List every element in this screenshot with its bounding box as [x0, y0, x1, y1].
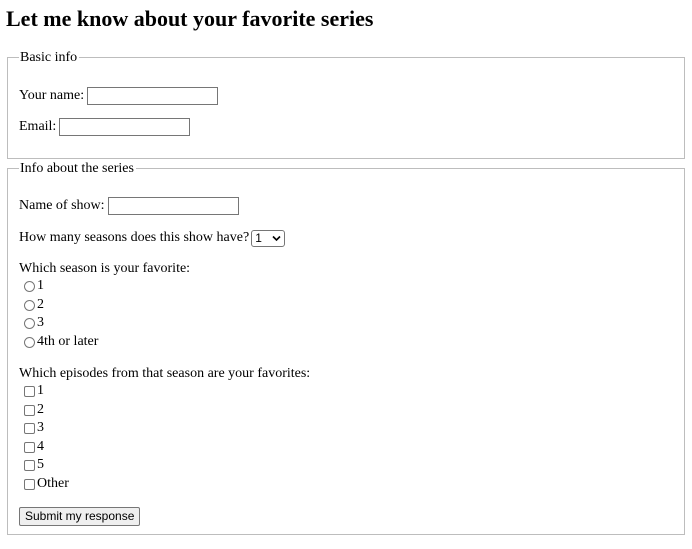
- episodes-label: Which episodes from that season are your…: [19, 366, 311, 381]
- season-option-4th-or-later[interactable]: 4th or later: [23, 333, 98, 351]
- checkbox[interactable]: [24, 459, 35, 471]
- checkbox[interactable]: [24, 422, 35, 434]
- episode-option-label: 5: [37, 457, 44, 472]
- email-label: Email:: [19, 119, 57, 134]
- season-option-label: 1: [37, 278, 44, 293]
- episode-option-label: 1: [37, 383, 44, 398]
- show-name-input[interactable]: [107, 197, 239, 215]
- episode-option-label: 3: [37, 420, 44, 435]
- name-input[interactable]: [87, 87, 219, 105]
- checkbox[interactable]: [24, 478, 35, 490]
- chevron-down-icon: [272, 235, 281, 241]
- email-row: Email:: [19, 117, 191, 137]
- episode-option-label: 2: [37, 402, 44, 417]
- episode-option-1[interactable]: 1: [23, 382, 44, 400]
- favorite-season-label: Which season is your favorite:: [19, 261, 191, 276]
- show-name-label: Name of show:: [19, 198, 105, 213]
- episode-option-3[interactable]: 3: [23, 419, 44, 437]
- episode-option-4[interactable]: 4: [23, 438, 44, 456]
- seasons-select[interactable]: 1: [251, 229, 286, 247]
- name-label: Your name:: [19, 88, 85, 103]
- season-option-3[interactable]: 3: [23, 314, 44, 332]
- basic-info-fieldset: Basic info Your name: Email:: [7, 49, 685, 159]
- series-info-fieldset: Info about the series Name of show: How …: [7, 160, 685, 535]
- episode-option-other[interactable]: Other: [23, 475, 69, 493]
- series-info-legend: Info about the series: [19, 160, 136, 178]
- email-input[interactable]: [59, 118, 191, 136]
- seasons-select-value: 1: [255, 230, 262, 245]
- season-option-label: 4th or later: [37, 334, 99, 349]
- page-title: Let me know about your favorite series: [6, 6, 374, 31]
- episode-option-label: 4: [37, 439, 44, 454]
- checkbox[interactable]: [24, 441, 35, 453]
- episode-option-2[interactable]: 2: [23, 401, 44, 419]
- season-option-label: 3: [37, 315, 44, 330]
- checkbox[interactable]: [24, 404, 35, 416]
- episode-option-label: Other: [37, 476, 69, 491]
- checkbox[interactable]: [24, 385, 35, 397]
- radio-button[interactable]: [24, 336, 35, 348]
- show-name-row: Name of show:: [19, 196, 239, 216]
- submit-button[interactable]: Submit my response: [19, 507, 141, 526]
- radio-button[interactable]: [24, 299, 35, 311]
- episode-option-5[interactable]: 5: [23, 456, 44, 474]
- name-row: Your name:: [19, 86, 219, 106]
- season-option-1[interactable]: 1: [23, 277, 44, 295]
- season-option-label: 2: [37, 297, 44, 312]
- radio-button[interactable]: [24, 317, 35, 329]
- season-option-2[interactable]: 2: [23, 296, 44, 314]
- radio-button[interactable]: [24, 280, 35, 292]
- seasons-label: How many seasons does this show have?: [19, 230, 250, 245]
- basic-info-legend: Basic info: [19, 49, 80, 67]
- seasons-row: How many seasons does this show have? 1: [19, 228, 286, 248]
